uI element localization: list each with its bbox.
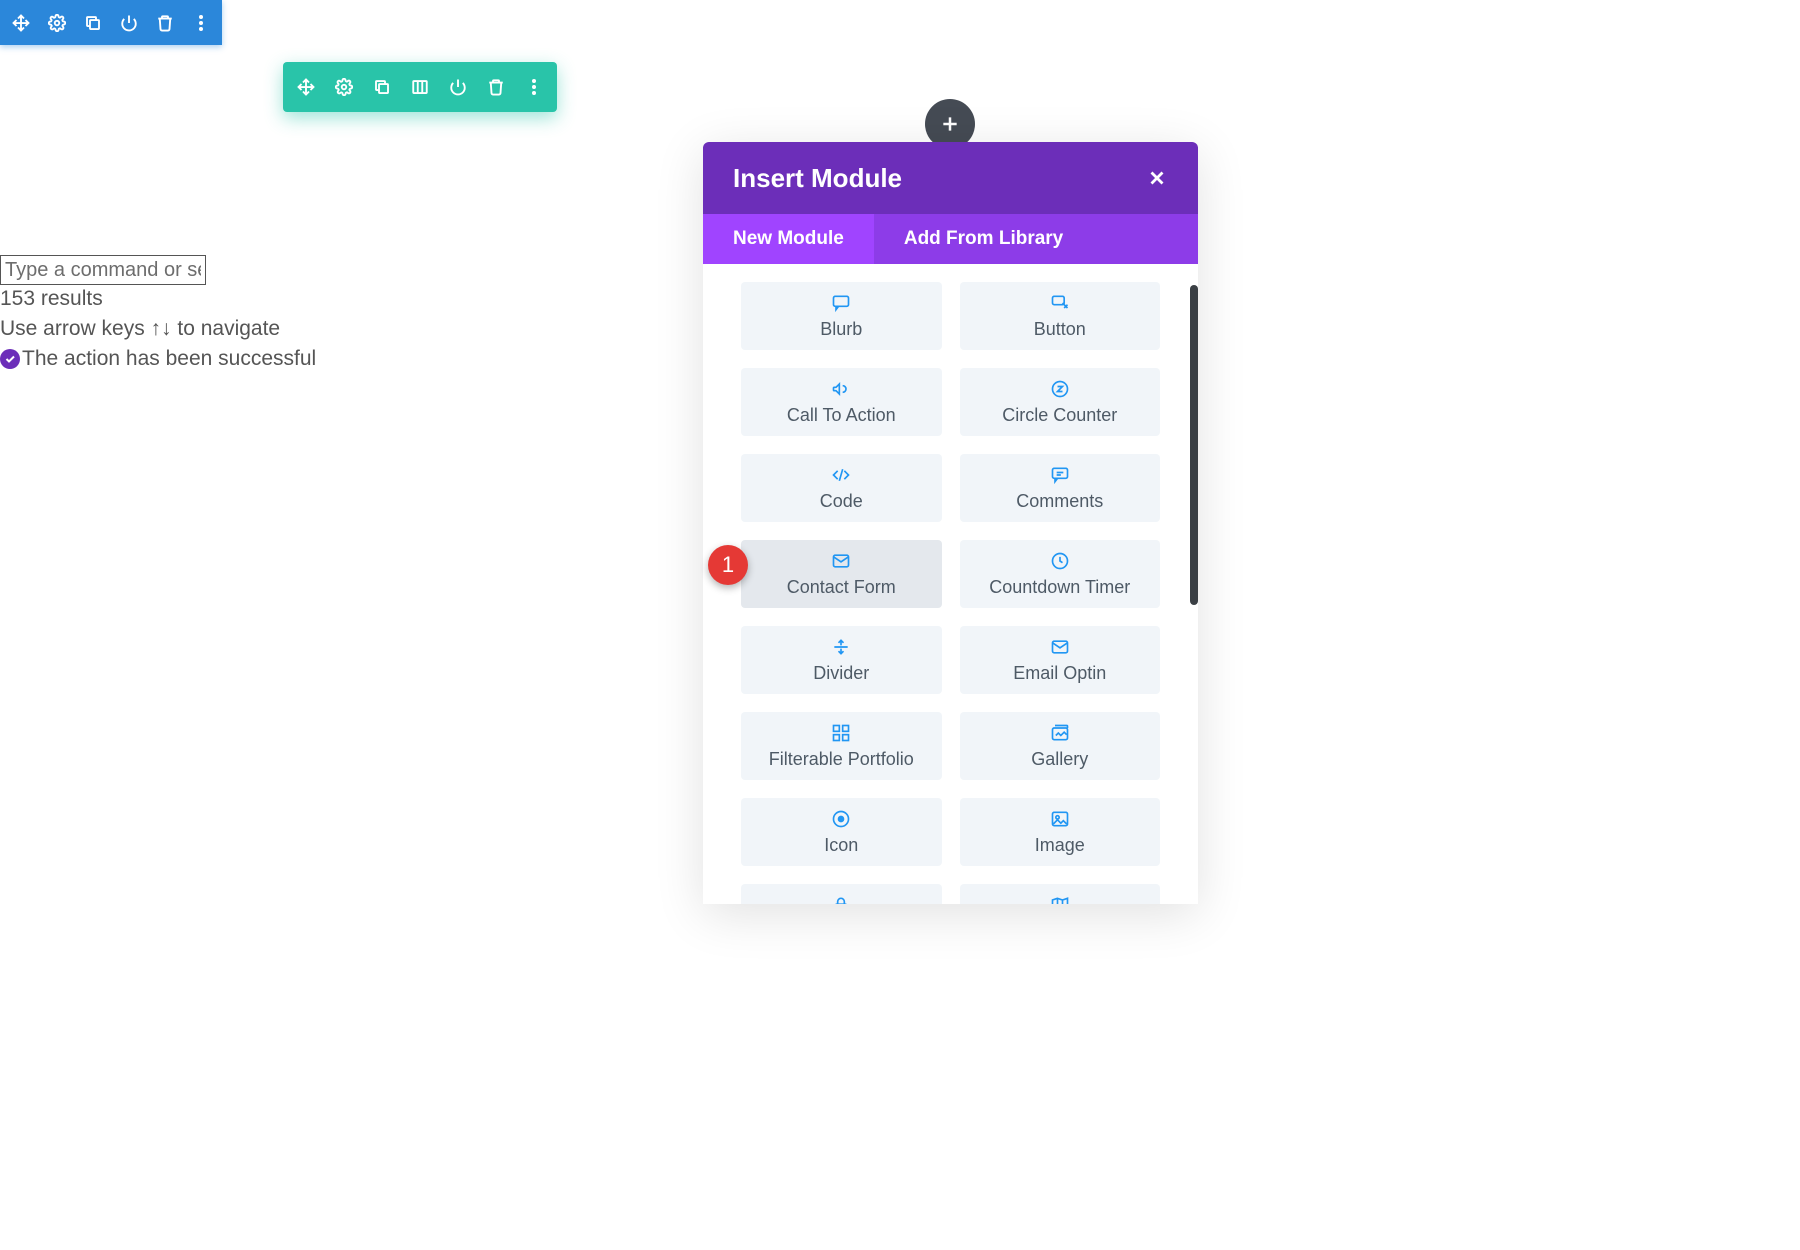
module-label: Button [1034,319,1086,340]
module-button[interactable]: Button [960,282,1161,350]
module-icon[interactable]: Icon [741,798,942,866]
map-icon [1049,895,1071,905]
more-icon[interactable] [190,12,212,34]
lock-icon [830,895,852,905]
trash-icon[interactable] [154,12,176,34]
navigation-hint: Use arrow keys ↑↓ to navigate [0,317,280,341]
divider-icon [830,637,852,657]
module-label: Gallery [1031,749,1088,770]
tab-add-from-library[interactable]: Add From Library [874,214,1198,264]
module-label: Blurb [820,319,862,340]
module-countdown-timer[interactable]: Countdown Timer [960,540,1161,608]
module-label: Divider [813,663,869,684]
more-icon[interactable] [523,76,545,98]
module-filterable-portfolio[interactable]: Filterable Portfolio [741,712,942,780]
module-login[interactable]: Login [741,884,942,904]
module-gallery[interactable]: Gallery [960,712,1161,780]
section-toolbar [0,0,222,45]
command-search-input[interactable] [0,255,206,285]
megaphone-icon [830,379,852,399]
module-blurb[interactable]: Blurb [741,282,942,350]
module-label: Comments [1016,491,1103,512]
module-image[interactable]: Image [960,798,1161,866]
module-call-to-action[interactable]: Call To Action [741,368,942,436]
results-count: 153 results [0,287,103,311]
panel-scrollbar[interactable] [1190,285,1198,605]
module-label: Circle Counter [1002,405,1117,426]
module-label: Icon [824,835,858,856]
check-circle-icon [0,349,20,369]
panel-header: Insert Module [703,142,1198,214]
target-icon [830,809,852,829]
grid-icon [830,723,852,743]
panel-title: Insert Module [733,163,902,194]
image-stack-icon [1049,723,1071,743]
trash-icon[interactable] [485,76,507,98]
step-marker-1: 1 [708,545,748,585]
module-comments[interactable]: Comments [960,454,1161,522]
module-circle-counter[interactable]: Circle Counter [960,368,1161,436]
panel-tabs: New Module Add From Library [703,214,1198,264]
module-code[interactable]: Code [741,454,942,522]
chat-icon [830,293,852,313]
code-icon [830,465,852,485]
row-toolbar [283,62,557,112]
duplicate-icon[interactable] [371,76,393,98]
success-text: The action has been successful [22,347,316,371]
module-label: Contact Form [787,577,896,598]
module-map[interactable]: Map [960,884,1161,904]
module-label: Image [1035,835,1085,856]
comments-icon [1049,465,1071,485]
gear-icon[interactable] [333,76,355,98]
columns-icon[interactable] [409,76,431,98]
module-divider[interactable]: Divider [741,626,942,694]
module-label: Filterable Portfolio [769,749,914,770]
tab-new-module[interactable]: New Module [703,214,874,264]
module-label: Call To Action [787,405,896,426]
success-message: The action has been successful [0,347,316,371]
module-email-optin[interactable]: Email Optin [960,626,1161,694]
insert-module-panel: Insert Module New Module Add From Librar… [703,142,1198,904]
module-label: Email Optin [1013,663,1106,684]
envelope-icon [1049,637,1071,657]
envelope-icon [830,551,852,571]
image-icon [1049,809,1071,829]
cursor-icon [1049,293,1071,313]
gear-icon[interactable] [46,12,68,34]
move-icon[interactable] [10,12,32,34]
module-contact-form[interactable]: Contact Form [741,540,942,608]
circle-z-icon [1049,379,1071,399]
duplicate-icon[interactable] [82,12,104,34]
close-icon[interactable] [1146,167,1168,189]
module-label: Countdown Timer [989,577,1130,598]
module-grid: Blurb Button Call To Action Circle Counter C… [703,264,1198,904]
power-icon[interactable] [118,12,140,34]
module-label: Code [820,491,863,512]
move-icon[interactable] [295,76,317,98]
clock-icon [1049,551,1071,571]
power-icon[interactable] [447,76,469,98]
